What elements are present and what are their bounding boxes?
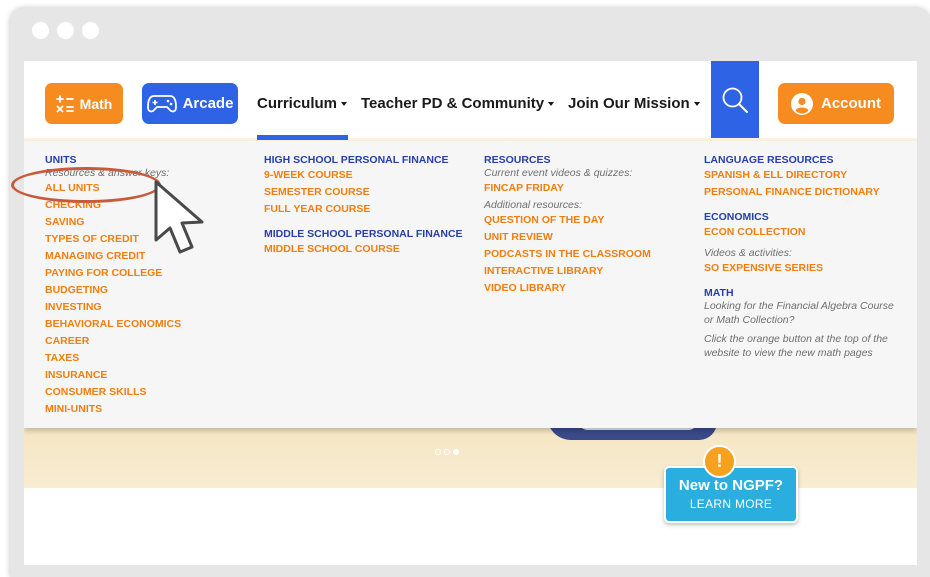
mouse-cursor-icon [154, 180, 204, 254]
resources-column: RESOURCES Current event videos & quizzes… [484, 154, 651, 297]
account-button[interactable]: Account [778, 83, 894, 124]
resource-link[interactable]: QUESTION OF THE DAY [484, 212, 651, 229]
resource-link-fincap[interactable]: FINCAP FRIDAY [484, 180, 651, 197]
new-badge-title: New to NGPF? [678, 477, 784, 494]
resource-link[interactable]: UNIT REVIEW [484, 229, 651, 246]
econ-subtitle: Videos & activities: [704, 247, 792, 259]
language-link[interactable]: SPANISH & ELL DIRECTORY [704, 167, 894, 184]
active-nav-indicator [257, 135, 348, 140]
courses-column: HIGH SCHOOL PERSONAL FINANCE 9-WEEK COUR… [264, 154, 463, 258]
unit-link[interactable]: BEHAVIORAL ECONOMICS [45, 316, 181, 333]
unit-link[interactable]: INVESTING [45, 299, 181, 316]
nav-join-mission[interactable]: Join Our Mission [568, 95, 700, 112]
highlight-ellipse [11, 167, 161, 203]
arcade-button[interactable]: Arcade [142, 83, 238, 124]
chevron-down-icon [548, 102, 555, 107]
carousel-indicators [435, 449, 459, 455]
resources-heading: RESOURCES [484, 154, 551, 166]
alert-icon: ! [703, 445, 736, 478]
window-dot[interactable] [57, 22, 74, 39]
user-circle-icon [791, 92, 813, 115]
gamepad-icon [146, 94, 177, 112]
new-badge-subtitle: LEARN MORE [689, 497, 773, 511]
window-dot[interactable] [82, 22, 99, 39]
account-button-label: Account [821, 95, 881, 112]
units-heading: UNITS [45, 154, 77, 166]
unit-link[interactable]: CONSUMER SKILLS [45, 384, 181, 401]
carousel-dot-active[interactable] [453, 449, 459, 455]
browser-window: Math Arcade Curriculum Teacher PD & Comm… [10, 8, 930, 577]
language-heading: LANGUAGE RESOURCES [704, 154, 834, 166]
course-link[interactable]: SEMESTER COURSE [264, 184, 463, 201]
nav-teacher-pd-label: Teacher PD & Community [361, 95, 545, 112]
chevron-down-icon [693, 102, 700, 107]
window-dot[interactable] [32, 22, 49, 39]
unit-link[interactable]: BUDGETING [45, 282, 181, 299]
math-note: Click the orange button at the top of th… [704, 333, 888, 359]
ms-finance-heading: MIDDLE SCHOOL PERSONAL FINANCE [264, 228, 463, 240]
language-column: LANGUAGE RESOURCES SPANISH & ELL DIRECTO… [704, 154, 894, 360]
new-to-ngpf-button[interactable]: New to NGPF? LEARN MORE [664, 466, 798, 523]
unit-link[interactable]: INSURANCE [45, 367, 181, 384]
top-nav: Math Arcade Curriculum Teacher PD & Comm… [24, 61, 917, 140]
nav-join-mission-label: Join Our Mission [568, 95, 690, 112]
math-button-label: Math [79, 95, 113, 112]
window-controls [32, 22, 99, 39]
search-icon [722, 87, 748, 113]
economics-heading: ECONOMICS [704, 211, 769, 223]
resource-link[interactable]: PODCASTS IN THE CLASSROOM [484, 246, 651, 263]
resource-link[interactable]: INTERACTIVE LIBRARY [484, 263, 651, 280]
nav-curriculum[interactable]: Curriculum [257, 95, 348, 112]
unit-link[interactable]: PAYING FOR COLLEGE [45, 265, 181, 282]
language-link[interactable]: PERSONAL FINANCE DICTIONARY [704, 184, 894, 201]
resources-subtitle: Current event videos & quizzes: [484, 167, 633, 179]
arcade-button-label: Arcade [182, 95, 234, 112]
econ-link[interactable]: ECON COLLECTION [704, 224, 894, 241]
chevron-down-icon [341, 102, 348, 107]
math-note: Looking for the Financial Algebra Course… [704, 300, 894, 326]
unit-link[interactable]: MINI-UNITS [45, 401, 181, 418]
nav-teacher-pd[interactable]: Teacher PD & Community [361, 95, 555, 112]
math-button[interactable]: Math [45, 83, 123, 124]
course-link[interactable]: FULL YEAR COURSE [264, 201, 463, 218]
unit-link[interactable]: CAREER [45, 333, 181, 350]
math-heading: MATH [704, 287, 734, 299]
web-page: Math Arcade Curriculum Teacher PD & Comm… [24, 61, 917, 565]
unit-link[interactable]: TAXES [45, 350, 181, 367]
search-button[interactable] [711, 61, 759, 138]
course-link[interactable]: MIDDLE SCHOOL COURSE [264, 241, 463, 258]
carousel-dot[interactable] [435, 449, 441, 455]
hs-finance-heading: HIGH SCHOOL PERSONAL FINANCE [264, 154, 449, 166]
econ-link[interactable]: SO EXPENSIVE SERIES [704, 260, 894, 277]
course-link[interactable]: 9-WEEK COURSE [264, 167, 463, 184]
carousel-dot[interactable] [444, 449, 450, 455]
resource-link[interactable]: VIDEO LIBRARY [484, 280, 651, 297]
math-operations-icon [55, 94, 74, 112]
resources-subtitle: Additional resources: [484, 199, 583, 211]
nav-curriculum-label: Curriculum [257, 95, 338, 112]
